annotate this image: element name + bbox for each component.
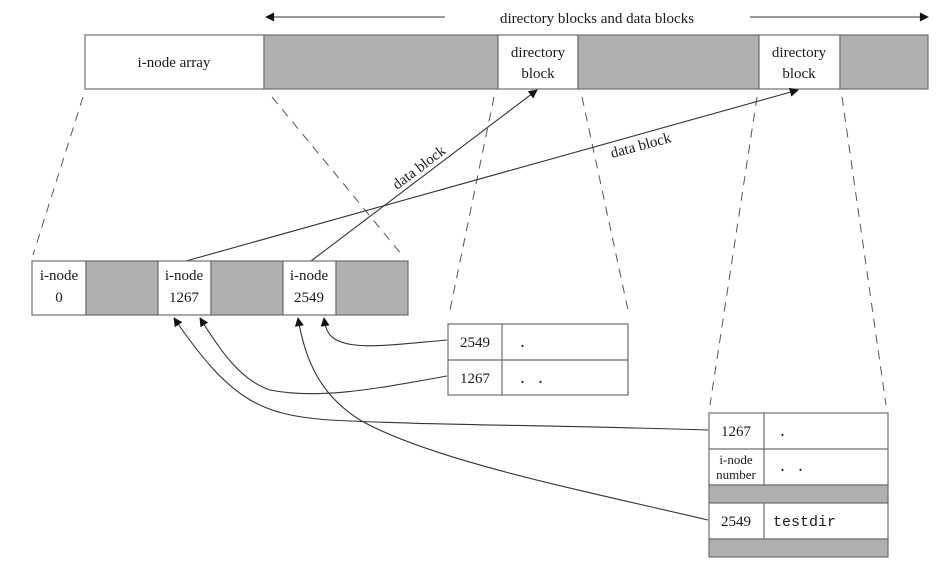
inode-array-label: i-node array	[138, 55, 211, 71]
ref-arrow-2549-dot	[320, 317, 448, 347]
entry-inode: 2549	[721, 514, 751, 530]
unused-entry	[708, 538, 889, 558]
projection-line	[581, 96, 629, 311]
inode-2549-line1: i-node	[290, 268, 329, 284]
projection-line	[841, 96, 887, 406]
data-block-label-2: data block	[609, 130, 674, 162]
entry-name: . .	[518, 371, 545, 388]
data-block-arrow-2549	[310, 89, 538, 262]
entry-name: testdir	[773, 514, 836, 531]
entry-name: .	[778, 424, 787, 441]
projection-line	[449, 96, 495, 311]
unused-entry	[708, 484, 889, 504]
directory-block-1-label-line1: directory	[511, 45, 566, 61]
dir-block-1267: 1267 . i-node number . . 2549 testdir	[708, 412, 889, 558]
entry-inode: 1267	[721, 424, 752, 440]
span-label: directory blocks and data blocks	[500, 11, 694, 27]
projection-line	[32, 96, 84, 256]
data-segment	[263, 34, 499, 90]
inode-1267-line1: i-node	[165, 268, 204, 284]
projection-line	[709, 96, 758, 406]
inode-gap	[335, 260, 409, 316]
data-block-label-1: data block	[390, 143, 450, 193]
entry-inode: 2549	[460, 335, 490, 351]
data-segment	[577, 34, 760, 90]
entry-inode-label-line2: number	[716, 467, 756, 482]
filesystem-diagram: directory blocks and data blocks i-node …	[31, 11, 929, 558]
entry-inode: 1267	[460, 371, 491, 387]
span-arrow: directory blocks and data blocks	[265, 11, 929, 27]
dir-block-2549: 2549 . 1267 . .	[447, 323, 629, 396]
inode-2549-line2: 2549	[294, 290, 324, 306]
directory-block-1-label-line2: block	[521, 66, 555, 82]
data-segment	[839, 34, 929, 90]
inode-0-line1: i-node	[40, 268, 79, 284]
data-block-arrow-1267	[185, 87, 799, 262]
inode-gap	[210, 260, 284, 316]
data-block-arrows: data block data block	[185, 87, 799, 262]
disk-strip: i-node array directory block directory b…	[84, 34, 929, 90]
ref-arrow-1267-dotdot	[199, 317, 448, 395]
inode-gap	[85, 260, 159, 316]
inode-0-line2: 0	[55, 290, 63, 306]
entry-name: . .	[778, 459, 805, 476]
inode-1267-line2: 1267	[169, 290, 200, 306]
directory-block-2-label-line2: block	[782, 66, 816, 82]
inode-array: i-node 0 i-node 1267 i-node 2549	[31, 260, 409, 316]
directory-block-2-label-line1: directory	[772, 45, 827, 61]
entry-name: .	[518, 335, 527, 352]
entry-inode-label-line1: i-node	[719, 452, 752, 467]
